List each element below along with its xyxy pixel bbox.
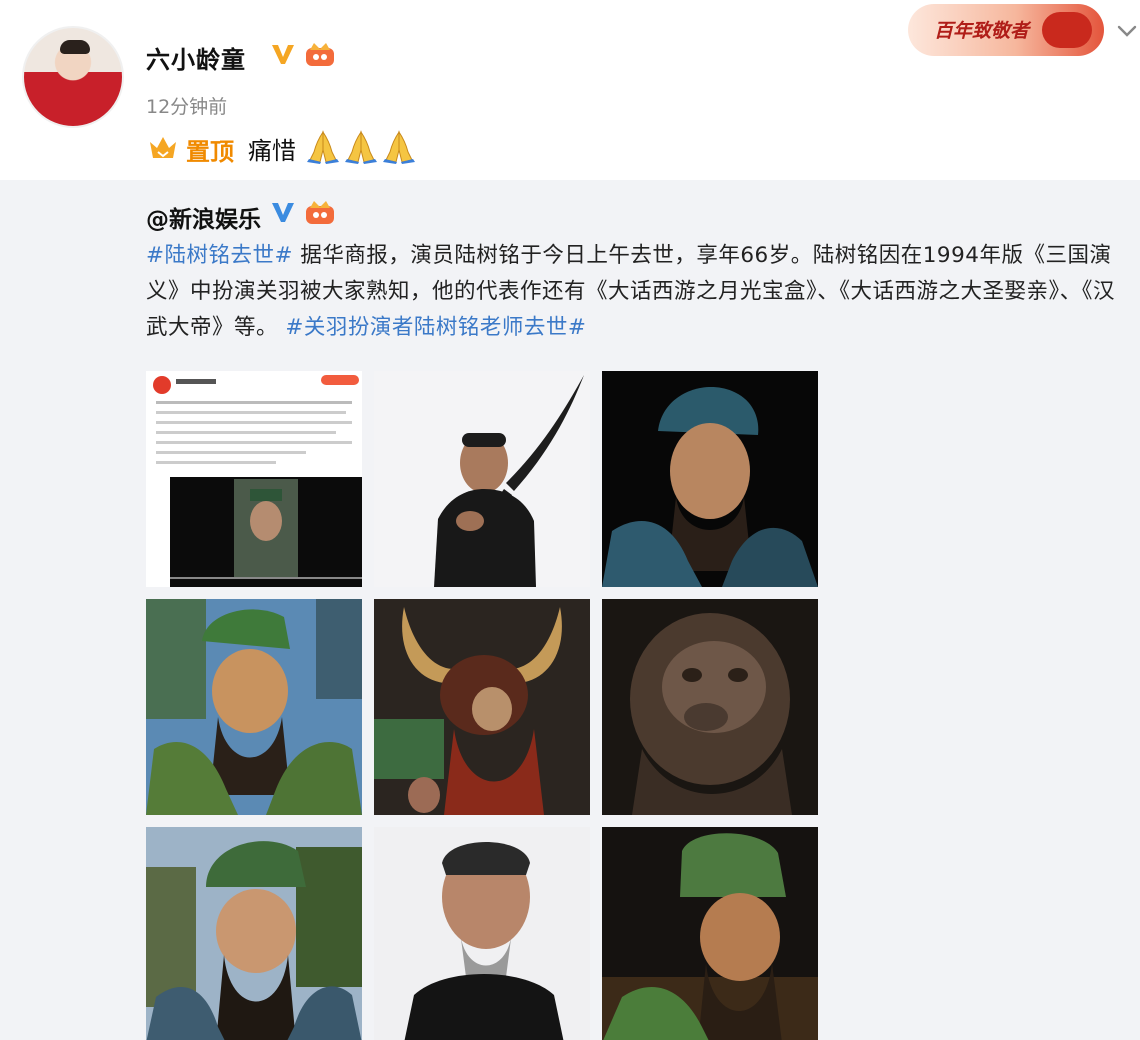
post-header: 六小龄童 12分钟前 置顶 痛惜 百年致敬者 — [0, 0, 1140, 180]
screenshot-thumbnail[interactable] — [146, 371, 362, 587]
bull-demon-closeup-photo[interactable] — [602, 599, 818, 815]
guan-yu-blue-costume-photo[interactable] — [602, 371, 818, 587]
campaign-badge-text: 百年致敬者 — [934, 20, 1030, 42]
repost-author[interactable]: @新浪娱乐 — [146, 200, 261, 234]
emoji-row — [304, 130, 418, 164]
verified-v-icon — [272, 203, 294, 222]
post-text: 痛惜 — [248, 137, 296, 165]
hashtag-link[interactable]: #陆树铭去世# — [146, 243, 293, 268]
image-grid — [146, 371, 820, 1040]
pray-icon — [383, 130, 415, 164]
actor-portrait-photo[interactable] — [374, 827, 590, 1040]
pray-icon — [307, 130, 339, 164]
bull-demon-costume-photo[interactable] — [374, 599, 590, 815]
guan-yu-green-costume-photo[interactable] — [146, 599, 362, 815]
verified-v-icon — [272, 45, 294, 64]
pray-icon — [345, 130, 377, 164]
guan-yu-green-hat-photo[interactable] — [146, 827, 362, 1040]
post-time: 12分钟前 — [146, 96, 228, 118]
campaign-decoration — [1042, 12, 1092, 48]
campaign-badge[interactable]: 百年致敬者 — [908, 4, 1104, 56]
guan-yu-dark-background-photo[interactable] — [602, 827, 818, 1040]
vip-crown-icon — [306, 43, 334, 66]
username[interactable]: 六小龄童 — [146, 40, 246, 75]
vip-crown-icon — [306, 201, 334, 224]
pinned-label: 置顶 — [186, 138, 234, 166]
user-avatar[interactable] — [22, 26, 124, 128]
repost-body: #陆树铭去世# 据华商报，演员陆树铭于今日上午去世，享年66岁。陆树铭因在199… — [146, 238, 1132, 346]
chevron-down-icon[interactable] — [1116, 22, 1138, 40]
hashtag-link[interactable]: #关羽扮演者陆树铭老师去世# — [285, 315, 586, 340]
reposted-content[interactable]: @新浪娱乐 #陆树铭去世# 据华商报，演员陆树铭于今日上午去世，享年66岁。陆树… — [0, 180, 1140, 1040]
actor-with-blade-photo[interactable] — [374, 371, 590, 587]
pin-crown-icon — [150, 137, 176, 158]
